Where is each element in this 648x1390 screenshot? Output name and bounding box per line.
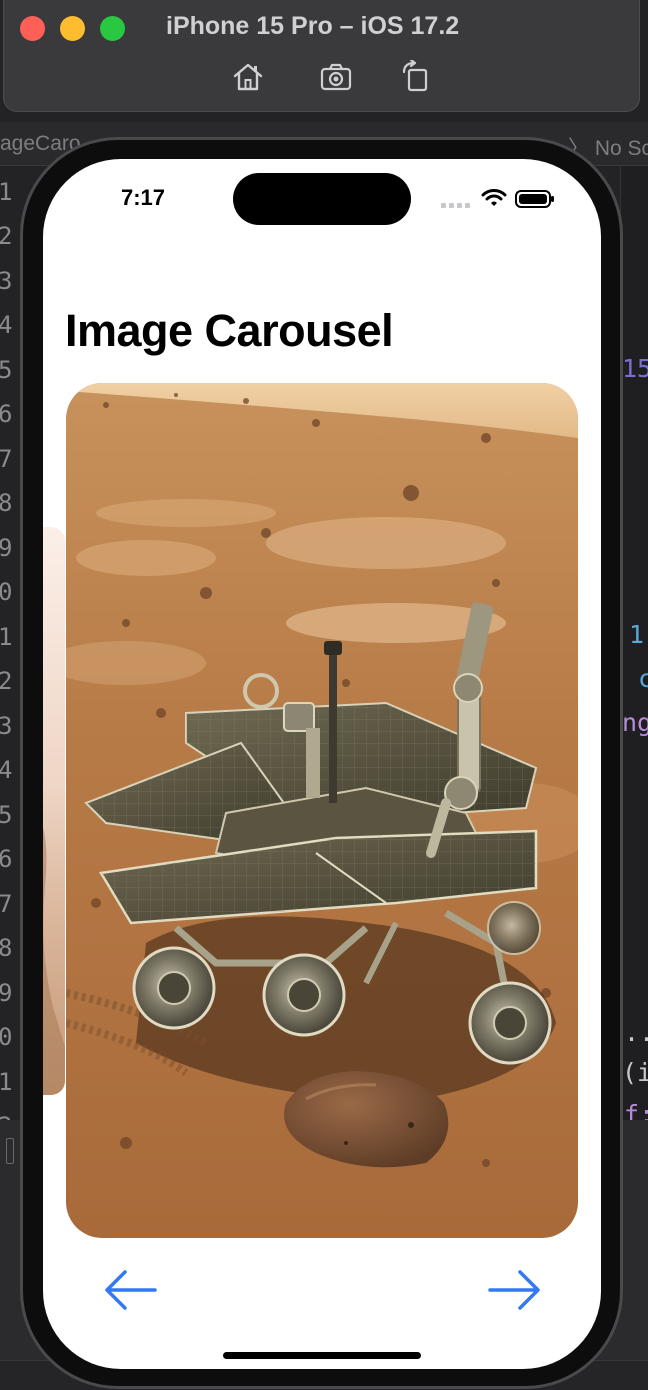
line-number: 7 bbox=[0, 445, 13, 473]
line-number: 1 bbox=[0, 1068, 13, 1096]
line-number: 8 bbox=[0, 934, 13, 962]
line-number: 9 bbox=[0, 979, 13, 1007]
panel-toggle-icon[interactable] bbox=[6, 1138, 14, 1164]
mars-rover-image bbox=[66, 383, 578, 1238]
rotate-icon[interactable] bbox=[400, 60, 434, 94]
previous-carousel-card[interactable] bbox=[43, 527, 65, 1095]
previous-arrow-icon[interactable] bbox=[101, 1264, 161, 1316]
line-number: 1 bbox=[0, 178, 13, 206]
line-number: 1 bbox=[0, 623, 13, 651]
code-fragment: ng bbox=[622, 708, 648, 737]
line-number: 5 bbox=[0, 801, 13, 829]
code-fragment: .. bbox=[624, 1018, 648, 1047]
current-carousel-card[interactable] bbox=[66, 383, 578, 1238]
screenshot-icon[interactable] bbox=[319, 60, 353, 94]
close-window-button[interactable] bbox=[20, 16, 45, 41]
battery-icon bbox=[515, 190, 554, 208]
line-number: 6 bbox=[0, 400, 13, 428]
zoom-window-button[interactable] bbox=[100, 16, 125, 41]
line-number: 8 bbox=[0, 489, 13, 517]
home-icon[interactable] bbox=[231, 60, 265, 94]
line-number: 2 bbox=[0, 667, 13, 695]
line-number: 2 bbox=[0, 222, 13, 250]
line-number: 7 bbox=[0, 890, 13, 918]
line-number: 4 bbox=[0, 311, 13, 339]
code-fragment: 15 bbox=[622, 354, 648, 383]
page-title: Image Carousel bbox=[65, 305, 394, 356]
minimize-window-button[interactable] bbox=[60, 16, 85, 41]
next-arrow-icon[interactable] bbox=[484, 1264, 544, 1316]
home-indicator[interactable] bbox=[223, 1352, 421, 1359]
simulator-title: iPhone 15 Pro – iOS 17.2 bbox=[166, 12, 460, 40]
line-number: 4 bbox=[0, 756, 13, 784]
line-number: 5 bbox=[0, 356, 13, 384]
mars-landscape-image bbox=[43, 527, 65, 1095]
screen-root: ageCaro 〉 No Sc 1 2 3 4 5 6 7 8 9 0 1 2 … bbox=[0, 0, 648, 1390]
line-number: 6 bbox=[0, 845, 13, 873]
status-time: 7:17 bbox=[121, 185, 166, 210]
line-number: 9 bbox=[0, 534, 13, 562]
line-number: 3 bbox=[0, 267, 13, 295]
line-number: 3 bbox=[0, 712, 13, 740]
simulator-titlebar: iPhone 15 Pro – iOS 17.2 bbox=[3, 0, 640, 112]
cellular-signal-icon bbox=[441, 203, 470, 208]
dynamic-island bbox=[233, 173, 411, 225]
line-number-gutter: 1 2 3 4 5 6 7 8 9 0 1 2 3 4 5 6 7 8 9 0 … bbox=[0, 166, 18, 1166]
code-fragment: c bbox=[638, 664, 648, 693]
line-number: 0 bbox=[0, 578, 13, 606]
line-number: 0 bbox=[0, 1023, 13, 1051]
wifi-icon bbox=[481, 189, 507, 206]
code-fragment: (i bbox=[622, 1058, 648, 1087]
app-screen: 7:17 Image Carousel bbox=[43, 159, 601, 1369]
